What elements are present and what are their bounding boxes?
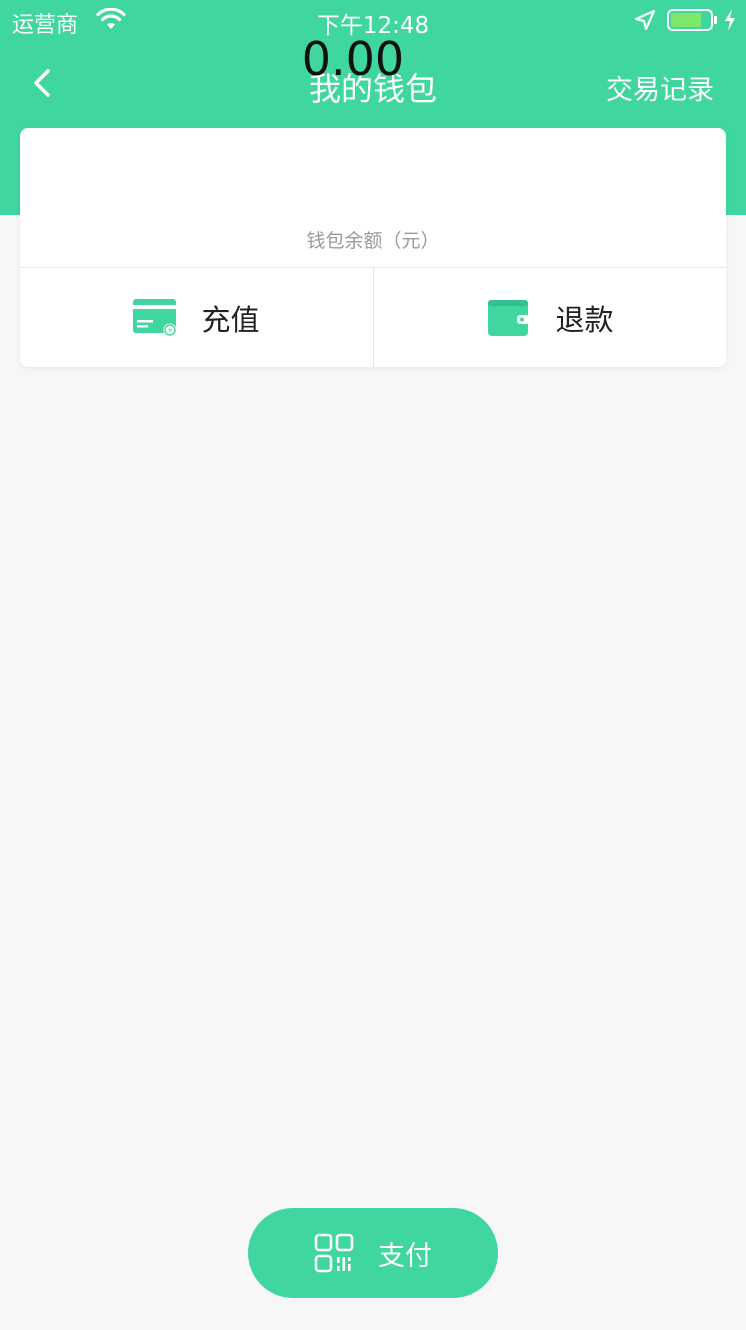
recharge-label: 充值 <box>201 302 260 337</box>
recharge-button[interactable]: ¥ 充值 <box>20 268 373 367</box>
wallet-card: 钱包余额（元） ¥ 充值 退款 <box>20 128 726 367</box>
refund-label: 退款 <box>555 302 614 337</box>
balance-label: 钱包余额（元） <box>306 230 440 252</box>
pay-label: 支付 <box>378 1240 432 1272</box>
wallet-icon <box>487 299 531 337</box>
svg-text:¥: ¥ <box>169 327 173 334</box>
pay-button[interactable]: 支付 <box>248 1208 498 1298</box>
qr-code-icon <box>314 1233 354 1273</box>
card-icon: ¥ <box>133 298 177 337</box>
wallet-balance: 0.00 <box>301 32 405 86</box>
refund-button[interactable]: 退款 <box>374 268 727 367</box>
